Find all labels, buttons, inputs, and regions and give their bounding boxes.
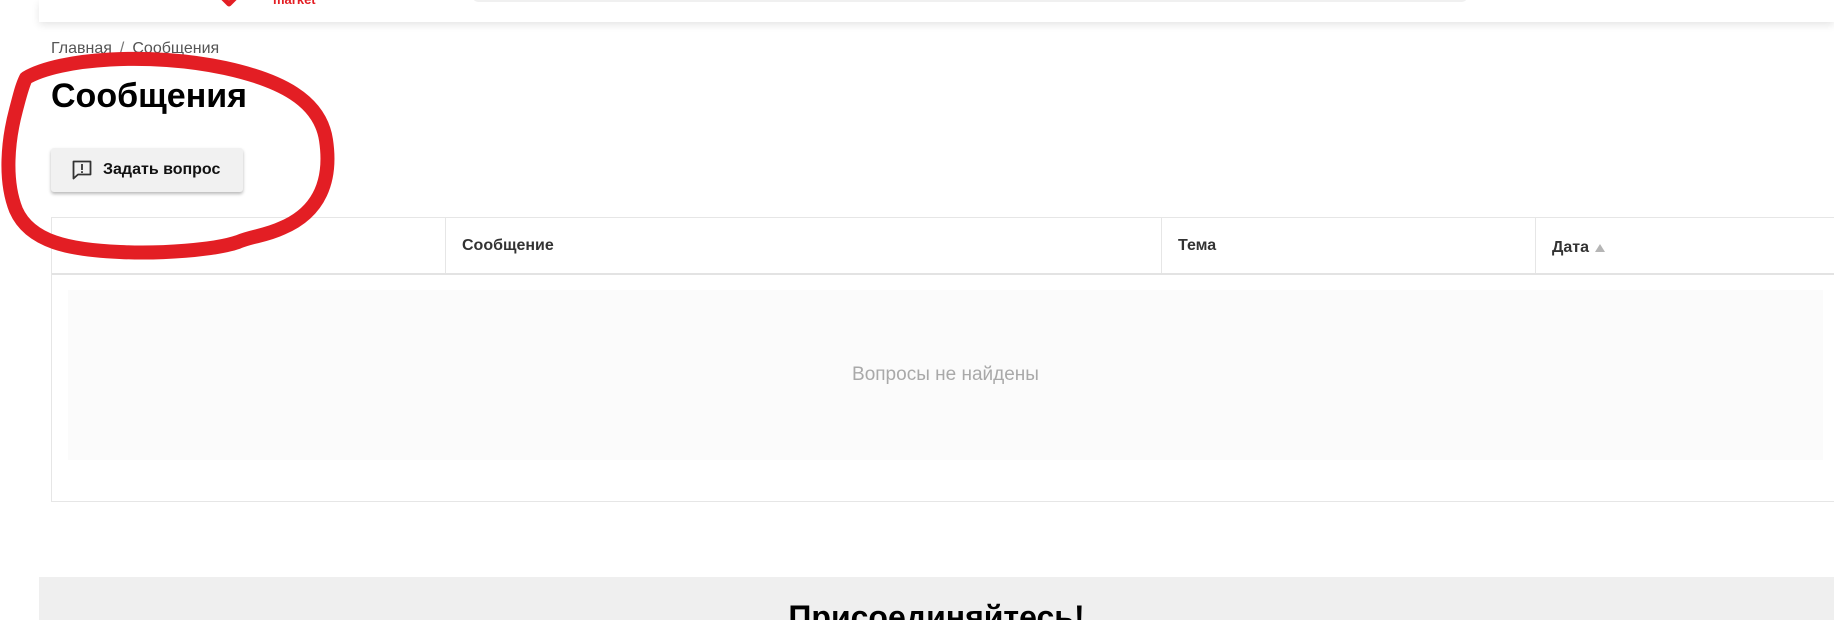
messages-table: Сообщение Тема Дата Вопросы не найдены [51,217,1834,502]
empty-state-message: Вопросы не найдены [68,290,1823,460]
column-header-topic[interactable]: Тема [1161,218,1535,273]
feedback-exclamation-icon [71,159,93,181]
breadcrumb-home-link[interactable]: Главная [51,40,112,58]
table-header-row: Сообщение Тема Дата [52,218,1834,275]
breadcrumb-current: Сообщения [132,40,220,57]
logo-text[interactable]: market [273,0,316,6]
column-header-date-label: Дата [1552,238,1590,256]
page-title: Сообщения [51,77,247,115]
column-header-blank[interactable] [52,218,445,273]
left-margin [0,0,39,620]
footer-title: Присоединяйтесь! [788,599,1085,620]
sort-ascending-icon [1595,243,1606,252]
column-header-message[interactable]: Сообщение [445,218,1161,273]
column-header-topic-label: Тема [1178,236,1217,254]
ask-question-button-label: Задать вопрос [103,161,221,178]
footer-join-section: Присоединяйтесь! [39,577,1834,620]
site-header: market [39,0,1834,22]
column-header-message-label: Сообщение [462,236,554,254]
breadcrumb: Главная / Сообщения [51,40,219,58]
ask-question-button[interactable]: Задать вопрос [51,148,243,192]
breadcrumb-separator: / [119,40,125,57]
column-header-date[interactable]: Дата [1535,218,1834,273]
shield-logo-icon[interactable] [209,0,249,8]
search-input[interactable] [471,0,1469,2]
